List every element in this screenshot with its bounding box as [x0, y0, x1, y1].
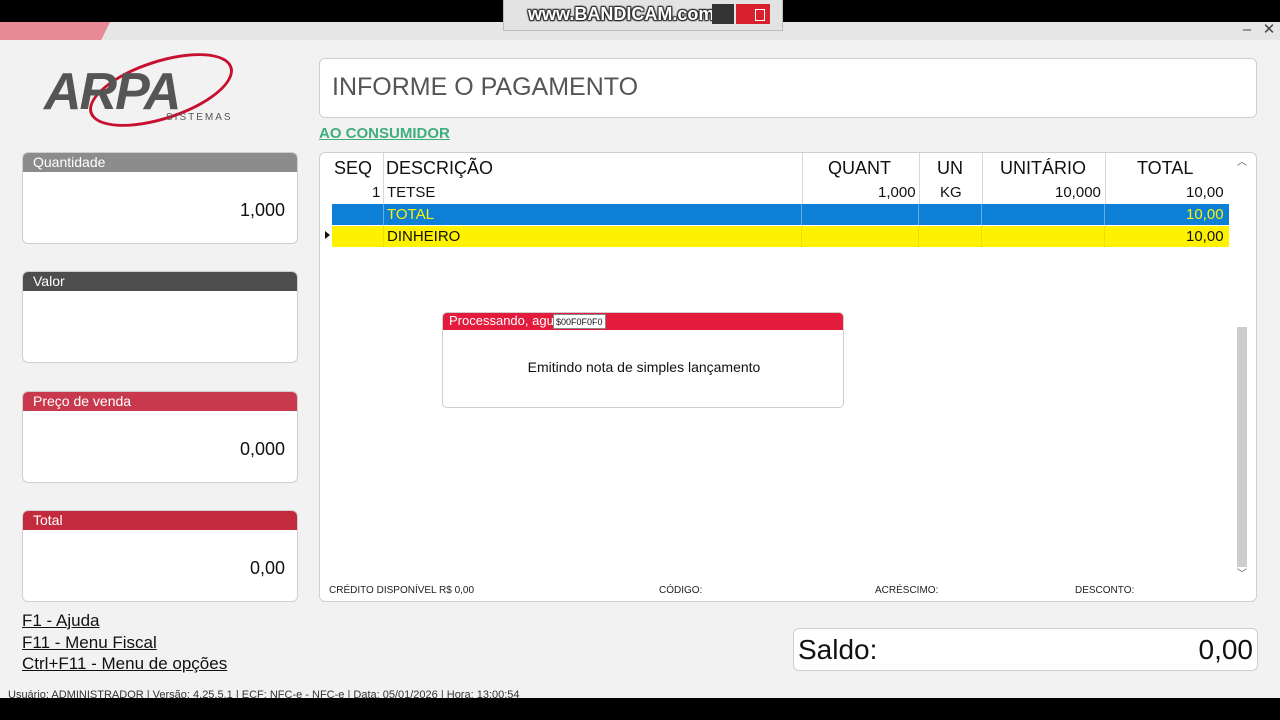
- row-divider: [383, 226, 384, 247]
- item-quant: 1,000: [878, 184, 916, 201]
- preco-venda-label: Preço de venda: [23, 392, 297, 411]
- col-total[interactable]: TOTAL: [1137, 158, 1193, 179]
- shortcut-ajuda[interactable]: F1 - Ajuda: [22, 611, 100, 631]
- total-row-label: TOTAL: [387, 206, 434, 223]
- row-divider: [383, 204, 384, 225]
- col-seq[interactable]: SEQ: [334, 158, 372, 179]
- saldo-value: 0,00: [1198, 634, 1254, 665]
- valor-label: Valor: [23, 272, 297, 291]
- arpa-logo: ARPA SISTEMAS: [38, 38, 288, 142]
- payment-header: INFORME O PAGAMENTO: [319, 58, 1257, 118]
- payment-row-label: DINHEIRO: [387, 228, 461, 245]
- total-row-value: 10,00: [1186, 206, 1224, 223]
- total-panel[interactable]: Total 0,00: [22, 510, 298, 602]
- dialog-title: Processando, agu: [443, 313, 843, 330]
- saldo-box: Saldo: 0,00: [793, 628, 1258, 671]
- status-bar: Usuário: ADMINISTRADOR | Versão: 4.25.5.…: [8, 689, 520, 698]
- processing-dialog: Processando, agu $00F0F0F0 Emitindo nota…: [442, 312, 844, 408]
- item-unitario: 10,000: [1055, 184, 1101, 201]
- recorder-stop-icon[interactable]: [736, 4, 770, 24]
- row-divider: [1104, 226, 1105, 247]
- quantidade-value: 1,000: [239, 200, 285, 220]
- credito-disponivel: CRÉDITO DISPONÍVEL R$ 0,00: [329, 585, 475, 596]
- row-divider: [918, 204, 919, 225]
- col-descricao[interactable]: DESCRIÇÃO: [386, 158, 493, 179]
- page-title: INFORME O PAGAMENTO: [332, 73, 639, 101]
- total-label: Total: [23, 511, 297, 530]
- shortcut-menu-fiscal[interactable]: F11 - Menu Fiscal: [22, 633, 157, 653]
- dialog-message: Emitindo nota de simples lançamento: [527, 359, 761, 375]
- title-accent: [0, 22, 110, 40]
- row-divider: [981, 226, 982, 247]
- quantidade-label: Quantidade: [23, 153, 297, 172]
- shortcut-menu-opcoes[interactable]: Ctrl+F11 - Menu de opções: [22, 654, 227, 674]
- chevron-down-icon[interactable]: ﹀: [1236, 569, 1248, 581]
- valor-panel[interactable]: Valor: [22, 271, 298, 363]
- close-button[interactable]: ✕: [1258, 22, 1280, 40]
- customer-link[interactable]: AO CONSUMIDOR: [319, 125, 450, 142]
- preco-venda-value: 0,000: [239, 439, 285, 459]
- scroll-thumb[interactable]: [1237, 327, 1247, 567]
- item-seq: 1: [372, 184, 381, 201]
- chevron-up-icon[interactable]: ︿: [1236, 157, 1248, 169]
- row-divider: [918, 226, 919, 247]
- logo-brand: ARPA: [44, 63, 181, 121]
- row-divider: [801, 226, 802, 247]
- preco-venda-panel[interactable]: Preço de venda 0,000: [22, 391, 298, 483]
- codigo-label: CÓDIGO:: [659, 585, 703, 596]
- row-divider: [981, 204, 982, 225]
- saldo-label: Saldo:: [798, 634, 878, 665]
- bandicam-watermark: www.BANDICAM.com: [503, 0, 783, 31]
- dialog-tooltip: $00F0F0F0: [553, 314, 606, 329]
- col-un[interactable]: UN: [937, 158, 963, 179]
- total-value: 0,00: [249, 558, 285, 578]
- pdv-window: – ✕ ARPA SISTEMAS Quantidade 1,000 Valor…: [0, 22, 1280, 698]
- item-total: 10,00: [1186, 184, 1224, 201]
- minimize-button[interactable]: –: [1236, 22, 1258, 40]
- total-row[interactable]: TOTAL 10,00: [332, 204, 1229, 225]
- recorder-pause-icon[interactable]: [712, 4, 734, 24]
- quantidade-panel[interactable]: Quantidade 1,000: [22, 152, 298, 244]
- item-un: KG: [940, 184, 962, 201]
- col-unitario[interactable]: UNITÁRIO: [1000, 158, 1086, 179]
- row-divider: [801, 204, 802, 225]
- desconto-label: DESCONTO:: [1075, 585, 1135, 596]
- grid-scrollbar[interactable]: ︿ ﹀: [1236, 157, 1248, 581]
- acrescimo-label: ACRÉSCIMO:: [875, 585, 939, 596]
- payment-row-value: 10,00: [1186, 228, 1224, 245]
- col-quant[interactable]: QUANT: [828, 158, 891, 179]
- logo-tagline: SISTEMAS: [166, 112, 233, 123]
- item-descricao: TETSE: [387, 184, 436, 201]
- payment-row[interactable]: DINHEIRO 10,00: [332, 226, 1229, 247]
- row-pointer-icon: [325, 231, 330, 239]
- bandicam-text: www.BANDICAM.com: [528, 4, 715, 24]
- row-divider: [1104, 204, 1105, 225]
